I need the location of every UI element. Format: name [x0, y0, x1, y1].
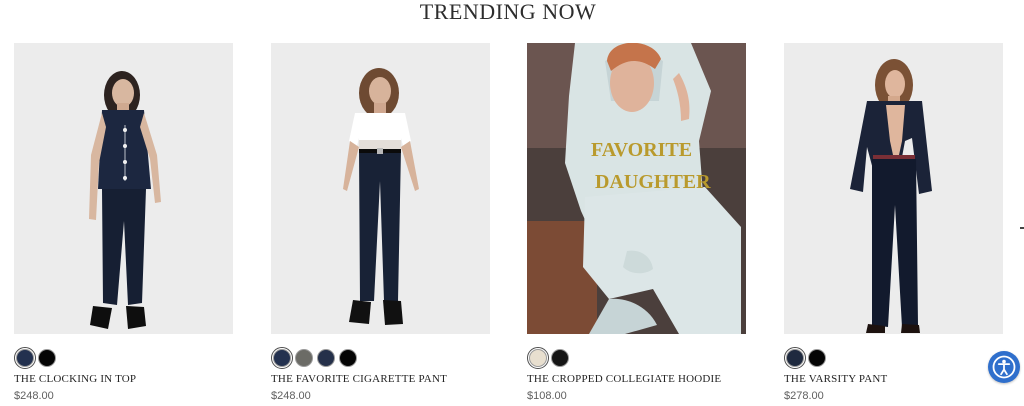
product-image[interactable]: FAVORITE DAUGHTER	[527, 43, 746, 334]
product-price: $278.00	[784, 390, 824, 402]
product-price: $108.00	[527, 390, 567, 402]
accessibility-button[interactable]	[988, 351, 1020, 383]
accessibility-icon	[992, 355, 1016, 379]
product-image[interactable]	[14, 43, 233, 334]
product-image[interactable]	[784, 43, 1003, 334]
varsity-pant-photo	[784, 43, 1003, 334]
color-swatches	[527, 347, 569, 369]
color-swatch[interactable]	[551, 349, 569, 367]
product-price: $248.00	[14, 390, 54, 402]
color-swatch[interactable]	[339, 349, 357, 367]
color-swatch[interactable]	[295, 349, 313, 367]
color-swatch[interactable]	[527, 347, 549, 369]
product-name[interactable]: THE VARSITY PANT	[784, 372, 887, 386]
hoodie-print-line-2: DAUGHTER	[595, 171, 711, 193]
product-card-clocking-in-top[interactable]: THE CLOCKING IN TOP $248.00	[14, 43, 233, 406]
product-name[interactable]: THE FAVORITE CIGARETTE PANT	[271, 372, 447, 386]
product-card-varsity-pant[interactable]: THE VARSITY PANT $278.00	[784, 43, 1003, 406]
color-swatch[interactable]	[808, 349, 826, 367]
section-title: TRENDING NOW	[419, 0, 597, 24]
color-swatches	[14, 347, 56, 369]
product-image[interactable]	[271, 43, 490, 334]
cigarette-pant-photo	[271, 43, 490, 334]
carousel-edge-marker	[1020, 227, 1024, 229]
color-swatch[interactable]	[38, 349, 56, 367]
product-grid: THE CLOCKING IN TOP $248.00 THE FAVORITE…	[14, 43, 1024, 406]
color-swatches	[784, 347, 826, 369]
sleeveless-pinstripe-top-photo	[14, 43, 233, 334]
color-swatches	[271, 347, 357, 369]
product-card-cropped-collegiate-hoodie[interactable]: FAVORITE DAUGHTER THE CROPPED COLLEGIATE…	[527, 43, 746, 406]
cropped-hoodie-photo: FAVORITE DAUGHTER	[527, 43, 746, 334]
product-card-favorite-cigarette-pant[interactable]: THE FAVORITE CIGARETTE PANT $248.00	[271, 43, 490, 406]
color-swatch[interactable]	[271, 347, 293, 369]
color-swatch[interactable]	[317, 349, 335, 367]
product-name[interactable]: THE CLOCKING IN TOP	[14, 372, 136, 386]
hoodie-print-line-1: FAVORITE	[591, 139, 692, 161]
color-swatch[interactable]	[14, 347, 36, 369]
product-name[interactable]: THE CROPPED COLLEGIATE HOODIE	[527, 372, 721, 386]
product-price: $248.00	[271, 390, 311, 402]
color-swatch[interactable]	[784, 347, 806, 369]
